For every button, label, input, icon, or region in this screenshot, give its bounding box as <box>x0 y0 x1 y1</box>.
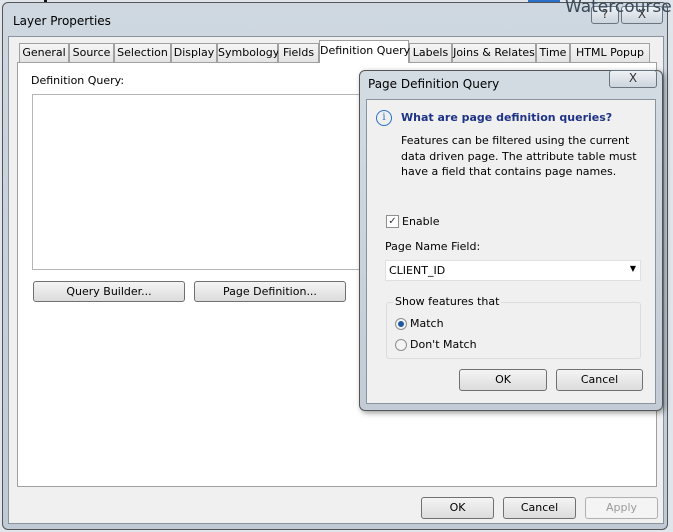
tab-joins-relates[interactable]: Joins & Relates <box>452 43 536 63</box>
desc-line: have a field that contains page names. <box>401 165 617 178</box>
page-name-field-label: Page Name Field: <box>385 240 481 253</box>
desc-line: Features can be filtered using the curre… <box>401 134 630 147</box>
match-label: Match <box>410 317 444 330</box>
dialog-title: Page Definition Query <box>368 77 500 91</box>
tab-display[interactable]: Display <box>171 43 217 63</box>
tab-fields[interactable]: Fields <box>278 43 319 63</box>
enable-label: Enable <box>402 215 440 228</box>
tab-definition-query[interactable]: Definition Query <box>319 40 410 63</box>
tab-symbology[interactable]: Symbology <box>217 43 279 63</box>
chevron-down-icon: ▼ <box>629 264 636 273</box>
dont-match-label: Don't Match <box>410 338 477 351</box>
definition-query-label: Definition Query: <box>31 74 125 87</box>
tab-labels[interactable]: Labels <box>409 43 452 63</box>
tab-time[interactable]: Time <box>536 43 570 63</box>
cancel-button[interactable]: Cancel <box>503 497 576 519</box>
group-label: Show features that <box>393 295 502 308</box>
match-radio[interactable] <box>395 318 407 330</box>
window-title: Layer Properties <box>13 14 111 28</box>
tab-source[interactable]: Source <box>69 43 114 63</box>
page-definition-button[interactable]: Page Definition... <box>194 281 346 302</box>
dont-match-radio[interactable] <box>395 339 407 351</box>
ok-button[interactable]: OK <box>421 497 494 519</box>
desc-line: data driven page. The attribute table mu… <box>401 149 637 163</box>
dialog-client: i What are page definition queries? Feat… <box>366 99 656 404</box>
background-layer-label: Watercourse <box>565 0 672 17</box>
tab-selection[interactable]: Selection <box>114 43 171 63</box>
info-icon: i <box>376 110 392 126</box>
info-description: Features can be filtered using the curre… <box>401 133 637 180</box>
dialog-close-button[interactable]: X <box>609 70 657 88</box>
query-builder-button[interactable]: Query Builder... <box>33 281 185 302</box>
definition-query-textarea[interactable] <box>32 94 372 270</box>
dialog-ok-button[interactable]: OK <box>459 369 547 391</box>
enable-checkbox[interactable]: ✓ <box>386 215 399 228</box>
dialog-cancel-button[interactable]: Cancel <box>556 369 643 391</box>
apply-button[interactable]: Apply <box>585 497 658 519</box>
page-definition-query-dialog: Page Definition Query X i What are page … <box>359 70 663 411</box>
page-name-field-select[interactable]: CLIENT_ID ▼ <box>385 260 641 281</box>
info-heading: What are page definition queries? <box>401 111 613 124</box>
tab-html-popup[interactable]: HTML Popup <box>570 43 650 63</box>
tab-general[interactable]: General <box>19 43 69 63</box>
page-name-field-value: CLIENT_ID <box>389 264 446 277</box>
